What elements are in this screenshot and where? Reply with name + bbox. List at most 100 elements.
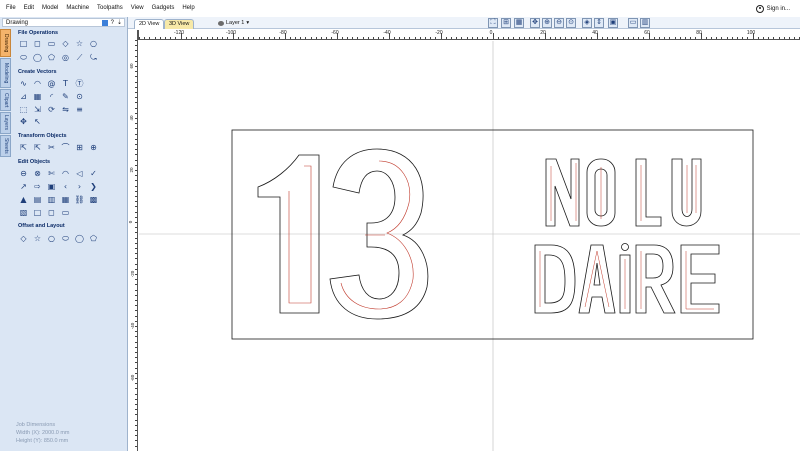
scissors-icon[interactable]: › xyxy=(75,182,84,191)
tab-layers[interactable]: Layers xyxy=(0,112,11,134)
pan-icon[interactable]: ✥ xyxy=(530,18,540,28)
sign-in-button[interactable]: Sign in... xyxy=(755,0,790,17)
smart-icon[interactable]: ✓ xyxy=(89,169,98,178)
star-icon[interactable]: Ⓣ xyxy=(75,79,84,88)
layer-view-icon[interactable]: ▣ xyxy=(608,18,618,28)
array-icon[interactable]: ☆ xyxy=(33,234,42,243)
layout-icon[interactable]: ⬠ xyxy=(89,234,98,243)
spline-icon[interactable]: ◜ xyxy=(47,92,56,101)
draw-freehand-icon[interactable]: ✥ xyxy=(19,117,28,126)
fillet-tool-icon[interactable]: ❯ xyxy=(89,182,98,191)
import-icon[interactable]: ◇ xyxy=(61,39,70,48)
spiral-icon[interactable]: ⊙ xyxy=(75,92,84,101)
help-button[interactable]: ? xyxy=(111,19,114,27)
intersect-icon[interactable]: ‹ xyxy=(61,182,70,191)
grid-snap-icon[interactable]: ▦ xyxy=(514,18,524,28)
trim-icon[interactable]: ◠ xyxy=(61,169,70,178)
zoom-in-icon[interactable]: ⊕ xyxy=(542,18,552,28)
zoom-selection-icon[interactable]: ⊙ xyxy=(566,18,576,28)
fillet-icon[interactable]: ≡ xyxy=(75,105,84,114)
text-arc-icon[interactable]: ⇲ xyxy=(33,105,42,114)
ellipse-icon[interactable]: ◠ xyxy=(33,79,42,88)
chevron-right-icon[interactable]: ◻ xyxy=(47,208,56,217)
zoom-extents-icon[interactable]: ⛶ xyxy=(488,18,498,28)
bracket-left-icon[interactable]: ▧ xyxy=(19,208,28,217)
save-icon[interactable]: ▭ xyxy=(47,39,56,48)
interactive-icon[interactable]: ✄ xyxy=(47,169,56,178)
menu-file[interactable]: File xyxy=(0,0,20,17)
link-icon[interactable]: ⬭ xyxy=(61,234,70,243)
curve-icon[interactable]: ✎ xyxy=(61,92,70,101)
grid-icon[interactable]: ◯ xyxy=(75,234,84,243)
weld-icon[interactable]: ⇨ xyxy=(33,182,42,191)
bitmap-icon[interactable]: ⇋ xyxy=(61,105,70,114)
menu-view[interactable]: View xyxy=(127,0,148,17)
ruler-tick xyxy=(716,37,718,39)
bracket-right-icon[interactable]: □ xyxy=(33,208,42,217)
tile-view-icon[interactable]: ▥ xyxy=(640,18,650,28)
close-icon[interactable]: ▲ xyxy=(19,195,28,204)
node-icon[interactable]: ↖ xyxy=(33,117,42,126)
arc-icon[interactable]: ▦ xyxy=(33,92,42,101)
tab-drawing[interactable]: Drawing xyxy=(0,29,11,57)
copy-icon[interactable]: ◯ xyxy=(33,53,42,62)
mirror-icon[interactable]: ⌒ xyxy=(61,143,70,152)
text-icon[interactable]: ⬚ xyxy=(19,105,28,114)
pin-icon[interactable] xyxy=(101,20,108,26)
tab-modeling[interactable]: Modeling xyxy=(0,58,11,88)
tab-sheets[interactable]: Sheets xyxy=(0,135,11,157)
arrow-icon[interactable]: ▦ xyxy=(61,195,70,204)
scale-icon[interactable]: ⇱ xyxy=(33,143,42,152)
ruler-tick xyxy=(326,37,328,39)
node-edit-icon[interactable]: ⊗ xyxy=(33,169,42,178)
dock-icon[interactable]: ⇣ xyxy=(117,19,122,27)
zoom-out-icon[interactable]: ⊖ xyxy=(554,18,564,28)
nesting-icon[interactable]: ○ xyxy=(47,234,56,243)
rotate-icon[interactable]: ✂ xyxy=(47,143,56,152)
image-icon[interactable]: ▩ xyxy=(89,195,98,204)
menu-gadgets[interactable]: Gadgets xyxy=(148,0,179,17)
open-folder-icon[interactable]: ◻ xyxy=(33,39,42,48)
polygon-icon[interactable]: T xyxy=(61,79,70,88)
group-icon[interactable]: ◎ xyxy=(61,53,70,62)
template-icon[interactable]: ○ xyxy=(89,39,98,48)
rectangle-icon[interactable]: @ xyxy=(47,79,56,88)
ruler-tick xyxy=(165,37,166,39)
undo-icon[interactable]: ⟋ xyxy=(75,53,84,62)
tab-clipart[interactable]: Clipart xyxy=(0,89,11,111)
join-icon[interactable]: ↗ xyxy=(19,182,28,191)
select-icon[interactable]: ⊖ xyxy=(19,169,28,178)
center-icon[interactable]: ⊕ xyxy=(89,143,98,152)
new-file-icon[interactable]: □ xyxy=(19,39,28,48)
check-icon[interactable]: ▥ xyxy=(47,195,56,204)
ruler-tick xyxy=(135,201,137,203)
dimension-icon[interactable]: ⟳ xyxy=(47,105,56,114)
extend-icon[interactable]: ▤ xyxy=(33,195,42,204)
move-icon[interactable]: ⇱ xyxy=(19,143,28,152)
split-view-icon[interactable]: ▭ xyxy=(628,18,638,28)
menu-edit[interactable]: Edit xyxy=(20,0,38,17)
redo-icon[interactable]: ⤿ xyxy=(89,53,98,62)
menu-model[interactable]: Model xyxy=(38,0,62,17)
tab-3d-view[interactable]: 3D View xyxy=(164,19,195,29)
menu-help[interactable]: Help xyxy=(178,0,198,17)
subtract-icon[interactable]: ▣ xyxy=(47,182,56,191)
snap-icon[interactable]: ◈ xyxy=(582,18,592,28)
save-as-icon[interactable]: ☆ xyxy=(75,39,84,48)
paste-icon[interactable]: ⬠ xyxy=(47,53,56,62)
menu-machine[interactable]: Machine xyxy=(62,0,93,17)
arrow-right-icon[interactable]: ⛓ xyxy=(75,195,84,204)
offset-icon[interactable]: ◇ xyxy=(19,234,28,243)
zoom-box-icon[interactable]: ⊞ xyxy=(501,18,511,28)
tab-2d-view[interactable]: 2D View xyxy=(134,19,165,29)
layer-dropdown[interactable]: Layer 1 ▾ xyxy=(218,19,249,28)
job-setup-icon[interactable]: ⬭ xyxy=(19,53,28,62)
circle-icon[interactable]: ∿ xyxy=(19,79,28,88)
curve-fit-icon[interactable]: ◁ xyxy=(75,169,84,178)
flag-icon[interactable]: ▭ xyxy=(61,208,70,217)
menu-toolpaths[interactable]: Toolpaths xyxy=(93,0,127,17)
polyline-icon[interactable]: ⊿ xyxy=(19,92,28,101)
fit-icon[interactable]: ⇕ xyxy=(594,18,604,28)
drawing-canvas[interactable] xyxy=(139,41,800,451)
align-icon[interactable]: ⊞ xyxy=(75,143,84,152)
